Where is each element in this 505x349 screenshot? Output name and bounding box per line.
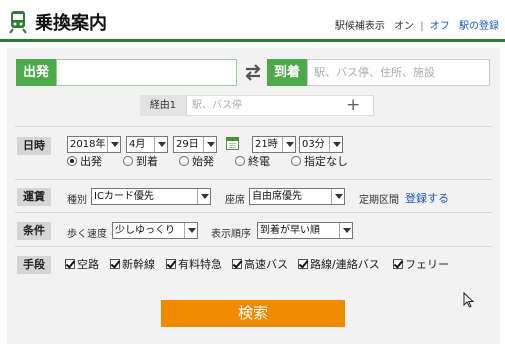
radio-depart[interactable]: 出発	[67, 155, 102, 169]
day-select[interactable]: 29日	[173, 136, 217, 153]
depart-label: 出発	[16, 59, 56, 86]
fare-label: 運賃	[17, 188, 51, 206]
checkbox-limited-express[interactable]: 有料特急	[166, 258, 222, 272]
checkbox-ferry[interactable]: フェリー	[393, 258, 449, 272]
divider	[15, 179, 492, 180]
fare-type-label: 種別	[67, 195, 87, 206]
seat-label: 座席	[225, 195, 245, 206]
mouse-cursor-icon	[463, 292, 475, 308]
off-option[interactable]: オフ	[430, 21, 450, 32]
page-title: 乗換案内	[35, 13, 107, 34]
walk-speed-label: 歩く速度	[67, 229, 107, 240]
header-bar: 乗換案内 駅候補表示 オン | オフ 駅の登録	[0, 0, 505, 42]
checkbox-shinkansen[interactable]: 新幹線	[110, 258, 155, 272]
radio-last-train[interactable]: 終電	[235, 155, 270, 169]
checkbox-route-bus[interactable]: 路線/連絡バス	[298, 258, 380, 272]
walk-speed-select[interactable]: 少しゆっくり	[112, 222, 198, 239]
commuter-register-link[interactable]: 登録する	[405, 190, 449, 206]
radio-arrive[interactable]: 到着	[123, 155, 158, 169]
display-order-select[interactable]: 到着が早い順	[257, 222, 353, 239]
on-option[interactable]: オン	[394, 21, 414, 32]
display-order-label: 表示順序	[211, 229, 251, 240]
via-label: 経由1	[140, 95, 186, 116]
station-candidate-toggle: 駅候補表示 オン | オフ 駅の登録	[335, 17, 499, 32]
station-hint-label: 駅候補表示	[334, 21, 385, 32]
swap-arrows-icon[interactable]	[243, 62, 263, 82]
search-button[interactable]: 検索	[161, 300, 345, 327]
arrive-label: 到着	[267, 59, 307, 86]
hour-select[interactable]: 21時	[252, 136, 296, 153]
station-register-link[interactable]: 駅の登録	[459, 21, 499, 32]
depart-input[interactable]	[56, 59, 237, 86]
datetime-label: 日時	[17, 137, 51, 155]
fare-type-select[interactable]: ICカード優先	[91, 188, 211, 205]
divider	[15, 126, 492, 127]
year-select[interactable]: 2018年	[67, 136, 121, 153]
radio-unspecified[interactable]: 指定なし	[291, 155, 348, 169]
train-icon	[9, 11, 27, 34]
divider	[15, 246, 492, 247]
commuter-label: 定期区間	[359, 195, 399, 206]
minute-select[interactable]: 03分	[299, 136, 343, 153]
month-select[interactable]: 4月	[126, 136, 168, 153]
checkbox-air[interactable]: 空路	[65, 258, 99, 272]
plus-icon[interactable]: +	[346, 96, 360, 114]
radio-first-train[interactable]: 始発	[179, 155, 214, 169]
means-label: 手段	[17, 256, 51, 274]
divider	[15, 212, 492, 213]
seat-select[interactable]: 自由席優先	[249, 188, 345, 205]
search-form: 出発 到着 駅、バス停、住所、施設 経由1 駅、バス停 + 日時 2018年 4…	[7, 48, 500, 344]
separator: |	[420, 21, 424, 32]
arrive-input[interactable]: 駅、バス停、住所、施設	[307, 59, 490, 86]
checkbox-highway-bus[interactable]: 高速バス	[232, 258, 288, 272]
conditions-label: 条件	[17, 222, 51, 240]
calendar-icon[interactable]	[226, 137, 239, 150]
